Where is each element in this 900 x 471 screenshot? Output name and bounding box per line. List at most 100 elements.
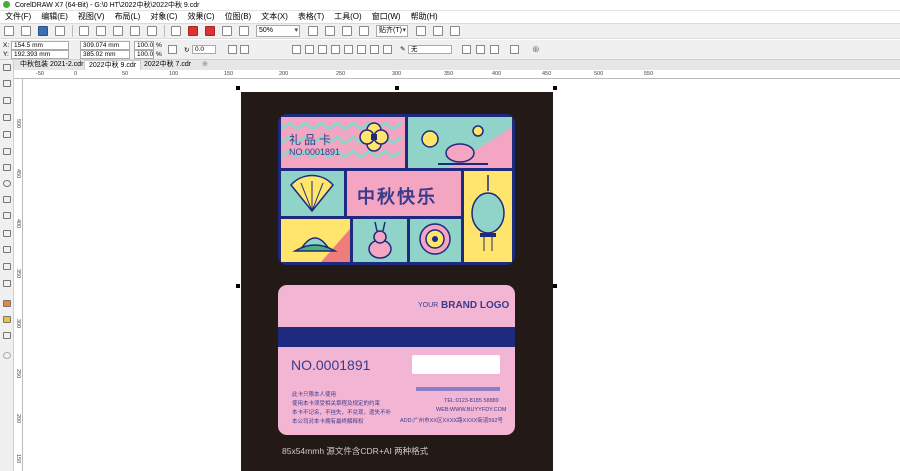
selection-handle[interactable] [553,86,557,90]
grid-icon[interactable] [342,26,352,36]
weld-icon[interactable] [292,45,301,54]
selection-handle[interactable] [236,86,240,90]
redo-icon[interactable] [147,26,157,36]
menu-table[interactable]: 表格(T) [298,11,324,23]
print-icon[interactable] [55,26,65,36]
width-field[interactable]: 309.074 mm [80,41,130,50]
to-front-icon[interactable] [462,45,471,54]
crop-tool-icon[interactable] [3,97,11,104]
copy-icon[interactable] [96,26,106,36]
height-field[interactable]: 385.02 mm [80,50,130,59]
rule-item: 此卡只限本人使用 [292,392,337,398]
new-icon[interactable] [4,26,14,36]
menu-layout[interactable]: 布局(L) [115,11,141,23]
quick-trace-icon[interactable] [490,45,499,54]
transparency-icon[interactable] [3,280,11,287]
lock-ratio-icon[interactable] [168,45,177,54]
menu-help[interactable]: 帮助(H) [411,11,438,23]
shape-tool-icon[interactable] [3,80,11,87]
paste-icon[interactable] [113,26,123,36]
menu-effects[interactable]: 效果(C) [187,11,214,23]
zoom-dropdown[interactable]: 50% [256,25,300,37]
x-label: X: [3,42,10,49]
cut-icon[interactable] [79,26,89,36]
connector-tool-icon[interactable] [3,246,11,253]
scale-x-field[interactable]: 100.0 [134,41,154,50]
import-icon[interactable] [188,26,198,36]
ruler-label: 450 [15,169,21,179]
undo-icon[interactable] [130,26,140,36]
flower-icon [359,122,389,152]
export-icon[interactable] [205,26,215,36]
align-icon[interactable] [383,45,392,54]
add-tab-icon[interactable]: ⊕ [198,60,212,70]
menu-view[interactable]: 视图(V) [78,11,105,23]
to-back-icon[interactable] [476,45,485,54]
guidelines-icon[interactable] [359,26,369,36]
publish-pdf-icon[interactable] [222,26,232,36]
add-tool-icon[interactable] [3,352,11,359]
ruler-label: -50 [36,71,44,77]
outline-width-dropdown[interactable]: 无 [408,45,452,54]
intersect-icon[interactable] [318,45,327,54]
menu-bitmaps[interactable]: 位图(B) [225,11,252,23]
ruler-label: 500 [594,71,604,77]
menu-text[interactable]: 文本(X) [261,11,288,23]
welcome-icon[interactable] [450,26,460,36]
ruler-label: 450 [542,71,552,77]
scale-y-field[interactable]: 100.0 [134,50,154,59]
menu-window[interactable]: 窗口(W) [372,11,401,23]
mirror-v-icon[interactable] [240,45,249,54]
zoom-tool-icon[interactable] [3,114,11,121]
snap-dropdown[interactable]: 贴齐(T) [376,25,408,37]
back-minus-front-icon[interactable] [357,45,366,54]
drop-shadow-icon[interactable] [3,263,11,270]
selection-handle[interactable] [395,86,399,90]
create-boundary-icon[interactable] [370,45,379,54]
lantern-panel [464,171,512,262]
front-minus-back-icon[interactable] [344,45,353,54]
rulers-icon[interactable] [325,26,335,36]
ruler-label: 200 [15,414,21,424]
interactive-fill-icon[interactable] [3,316,11,323]
align-distribute-icon[interactable] [510,45,519,54]
tab-document-1[interactable]: 中秋包装 2021-2.cdr [16,60,87,70]
menu-file[interactable]: 文件(F) [5,11,31,23]
trim-icon[interactable] [305,45,314,54]
smart-fill-tool-icon[interactable] [3,332,11,339]
polygon-tool-icon[interactable] [3,196,11,203]
parallel-dimension-icon[interactable] [3,230,11,237]
x-position-field[interactable]: 154.5 mm [11,41,69,50]
add-icon[interactable]: ⊕ [532,44,540,55]
gift-card-back[interactable]: YOUR BRAND LOGO NO.0001891 此卡只限本人使用 使用本卡… [278,285,515,435]
search-icon[interactable] [171,26,181,36]
mirror-h-icon[interactable] [228,45,237,54]
menu-tools[interactable]: 工具(O) [334,11,362,23]
y-position-field[interactable]: 192.393 mm [11,50,69,59]
full-screen-icon[interactable] [308,26,318,36]
simplify-icon[interactable] [331,45,340,54]
smart-fill-icon[interactable] [3,148,11,155]
rotation-field[interactable]: 0.0 [192,45,216,54]
open-icon[interactable] [21,26,31,36]
launch-icon[interactable] [433,26,443,36]
rectangle-tool-icon[interactable] [3,164,11,171]
standard-toolbar: 50% 贴齐(T) [0,23,900,39]
pick-tool-icon[interactable] [3,64,11,71]
tab-document-2[interactable]: 2022中秋 9.cdr [84,60,142,70]
gift-card-front[interactable]: 礼品卡 NO.0001891 中秋快乐 [278,114,515,265]
ellipse-tool-icon[interactable] [3,180,11,187]
app-launcher-icon[interactable] [239,26,249,36]
color-eyedropper-icon[interactable] [3,300,11,307]
text-tool-icon[interactable] [3,212,11,219]
gift-card-label: 礼品卡 [289,133,335,147]
options-icon[interactable] [416,26,426,36]
title-bar: CorelDRAW X7 (64-Bit) - G:\0 HT\2022中秋\2… [0,0,900,11]
save-icon[interactable] [38,26,48,36]
menu-object[interactable]: 对象(C) [150,11,177,23]
tab-document-3[interactable]: 2022中秋 7.cdr [140,60,195,70]
selection-handle[interactable] [236,284,240,288]
menu-edit[interactable]: 编辑(E) [41,11,68,23]
selection-handle[interactable] [553,284,557,288]
freehand-tool-icon[interactable] [3,131,11,138]
